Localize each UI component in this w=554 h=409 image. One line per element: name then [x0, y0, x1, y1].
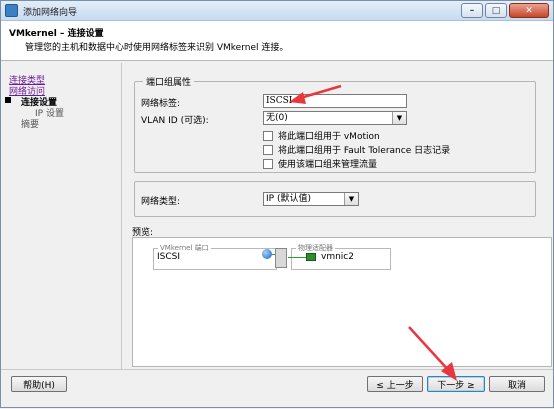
help-button[interactable]: 帮助(H): [11, 376, 67, 392]
virtual-switch-icon: [275, 248, 287, 268]
network-label-input[interactable]: ISCSI: [263, 94, 407, 108]
maximize-icon: □: [491, 5, 501, 16]
vmotion-checkbox-label: 将此端口组用于 vMotion: [278, 132, 380, 142]
window-title: 添加网络向导: [23, 8, 78, 18]
window-controls: – □ ✕: [461, 3, 549, 18]
vmkernel-port-name: ISCSI: [157, 252, 181, 262]
wizard-content: 端口组属性 网络标签: ISCSI VLAN ID (可选): 无(0) ▼ 将…: [121, 63, 553, 369]
minimize-button[interactable]: –: [461, 3, 483, 18]
fault-tolerance-checkbox[interactable]: 将此端口组用于 Fault Tolerance 日志记录: [263, 143, 450, 156]
physical-adapter-name: vmnic2: [321, 252, 354, 262]
vlan-id-value: 无(0): [266, 113, 288, 123]
add-network-wizard-window: 添加网络向导 – □ ✕ VMkernel – 连接设置 管理您的主机和数据中心…: [0, 0, 554, 408]
management-traffic-checkbox[interactable]: 使用该端口组来管理流量: [263, 157, 377, 170]
port-group-properties: 端口组属性 网络标签: ISCSI VLAN ID (可选): 无(0) ▼ 将…: [134, 75, 536, 173]
network-type-caption: 网络类型:: [141, 197, 181, 207]
page-description: 管理您的主机和数据中心时使用网络标签来识别 VMkernel 连接。: [25, 43, 289, 53]
port-group-legend: 端口组属性: [143, 75, 195, 88]
chevron-down-icon: ▼: [392, 112, 406, 124]
network-wizard-icon: [5, 4, 18, 17]
network-label-value: ISCSI: [266, 96, 293, 106]
minimize-icon: –: [469, 5, 475, 16]
network-type-value: IP (默认值): [266, 194, 311, 204]
maximize-button[interactable]: □: [485, 3, 507, 18]
vlan-id-select[interactable]: 无(0) ▼: [263, 111, 407, 125]
network-type-select[interactable]: IP (默认值) ▼: [263, 192, 359, 206]
management-traffic-checkbox-label: 使用该端口组来管理流量: [278, 160, 378, 170]
next-button[interactable]: 下一步 ≥: [427, 376, 485, 392]
cancel-button[interactable]: 取消: [489, 376, 545, 392]
vmotion-checkbox[interactable]: 将此端口组用于 vMotion: [263, 129, 380, 142]
checkbox-box: [263, 158, 273, 169]
physical-nic-icon: [306, 253, 316, 261]
vlan-id-caption: VLAN ID (可选):: [141, 116, 209, 126]
network-preview: VMkernel 端口 ISCSI 物理适配器 vmnic2: [132, 237, 552, 367]
back-button[interactable]: ≤ 上一步: [367, 376, 423, 392]
network-label-caption: 网络标签:: [141, 99, 181, 109]
title-bar[interactable]: 添加网络向导 – □ ✕: [1, 1, 553, 21]
page-title: VMkernel – 连接设置: [9, 29, 104, 39]
network-type-group: 网络类型: IP (默认值) ▼: [134, 181, 536, 217]
current-step-marker: [5, 97, 11, 103]
nav-step-ip-settings: IP 设置: [35, 109, 64, 119]
checkbox-box: [263, 144, 273, 155]
close-button[interactable]: ✕: [509, 3, 549, 18]
fault-tolerance-checkbox-label: 将此端口组用于 Fault Tolerance 日志记录: [278, 146, 451, 156]
vmkernel-adapter-icon: [262, 249, 272, 259]
chevron-down-icon: ▼: [344, 193, 358, 205]
checkbox-box: [263, 130, 273, 141]
uplink-line: [288, 257, 306, 258]
wizard-header: VMkernel – 连接设置 管理您的主机和数据中心时使用网络标签来识别 VM…: [1, 21, 553, 61]
nav-step-summary: 摘要: [21, 120, 40, 130]
close-icon: ✕: [525, 5, 533, 16]
wizard-footer: 帮助(H) ≤ 上一步 下一步 ≥ 取消: [1, 369, 553, 407]
